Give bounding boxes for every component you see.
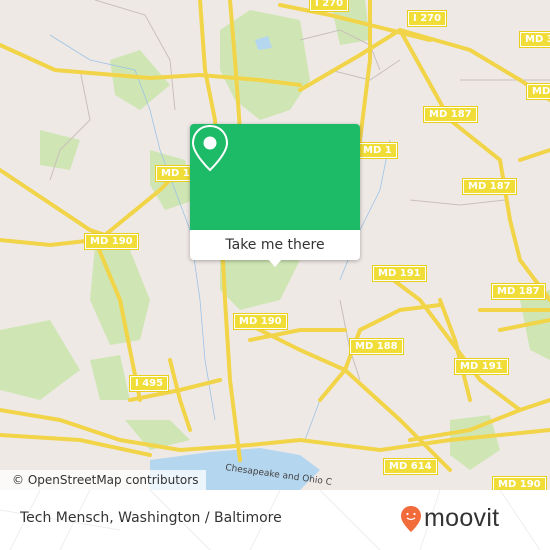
map-pin-icon — [191, 124, 229, 172]
attribution-text[interactable]: © OpenStreetMap contributors — [12, 473, 198, 487]
take-me-there-button[interactable]: Take me there — [190, 230, 360, 260]
place-title: Tech Mensch, Washington / Baltimore — [20, 510, 282, 526]
popup-header[interactable] — [190, 124, 360, 230]
road-shield: MD 187 — [526, 83, 550, 100]
road-shield: I 270 — [406, 10, 448, 27]
map-view[interactable]: Chesapeake and Ohio C I 270 I 270 MD 3 M… — [0, 0, 550, 490]
moovit-logo[interactable]: moovit — [400, 504, 499, 533]
road-shield: MD 187 — [423, 106, 478, 123]
road-shield: MD 190 — [492, 476, 547, 490]
road-shield: MD 187 — [462, 178, 517, 195]
take-me-there-popup[interactable]: Take me there — [190, 124, 360, 267]
road-shield: MD 614 — [383, 458, 438, 475]
popup-pointer — [267, 258, 283, 267]
moovit-pin-icon — [401, 505, 421, 532]
road-shield: MD 187 — [491, 283, 546, 300]
road-shield: MD 188 — [349, 338, 404, 355]
map-attribution[interactable]: © OpenStreetMap contributors — [0, 470, 207, 490]
road-shield: MD 190 — [233, 313, 288, 330]
road-shield: MD 191 — [454, 358, 509, 375]
road-shield: MD 1 — [357, 142, 398, 159]
road-shield: MD 190 — [84, 233, 139, 250]
road-shield: I 495 — [128, 375, 170, 392]
road-shield: I 270 — [308, 0, 350, 12]
footer-bar: Tech Mensch, Washington / Baltimore moov… — [0, 490, 550, 550]
road-shield: MD 3 — [519, 31, 550, 48]
road-shield: MD 191 — [372, 265, 427, 282]
moovit-wordmark: moovit — [424, 504, 500, 532]
